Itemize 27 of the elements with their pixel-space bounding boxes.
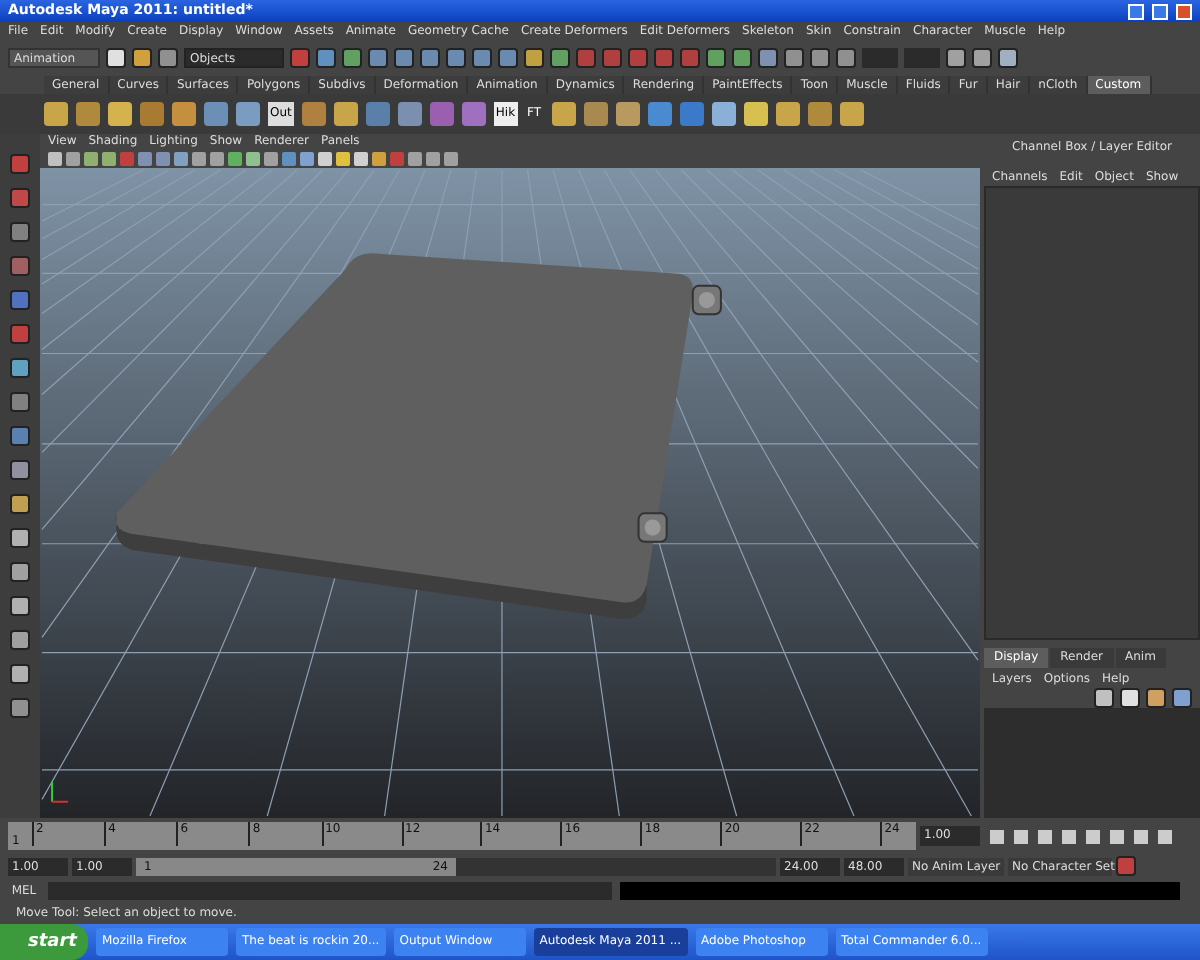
shelf-icon[interactable] [743, 102, 768, 126]
command-input-field[interactable] [48, 881, 612, 899]
maximize-icon[interactable] [1152, 3, 1168, 19]
shelf-icon[interactable] [333, 102, 358, 126]
shelf-icon[interactable] [397, 102, 422, 126]
axis-icon [51, 781, 69, 803]
shelf-icon[interactable] [839, 102, 864, 126]
coordinate-field[interactable] [904, 48, 940, 68]
coordinate-field[interactable] [862, 48, 898, 68]
shelf-icon[interactable] [461, 102, 486, 126]
shelf-icon[interactable] [365, 102, 390, 126]
shelf-icon[interactable] [647, 102, 672, 126]
close-icon[interactable] [1176, 3, 1192, 19]
knob-icon [691, 284, 722, 316]
shelf-icon[interactable] [807, 102, 832, 126]
shelf-icon[interactable] [711, 102, 736, 126]
shelf-icon[interactable] [583, 102, 608, 126]
start-button[interactable]: start [0, 924, 88, 960]
shelf-icon[interactable] [775, 102, 800, 126]
minimize-icon[interactable] [1128, 3, 1144, 19]
shelf-icon[interactable] [551, 102, 576, 126]
shelf-icon[interactable] [429, 102, 454, 126]
preferences-icon[interactable] [1116, 856, 1136, 876]
shelf-icon[interactable] [679, 102, 704, 126]
knob-icon [637, 512, 668, 543]
shelf-icon[interactable] [301, 102, 326, 126]
shelf-icon[interactable] [615, 102, 640, 126]
